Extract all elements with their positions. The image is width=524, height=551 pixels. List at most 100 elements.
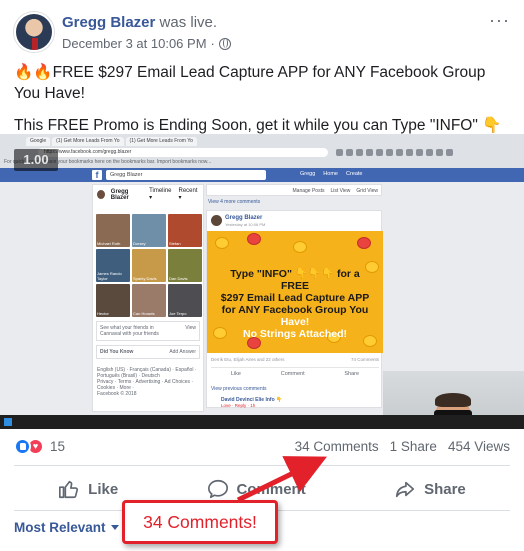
camera-promo-box: See what your friends in Cannaval with y…	[96, 321, 200, 341]
friend-tile: Can Hoowis	[132, 284, 166, 317]
inner-post: Gregg Blazer Yesterday at 10:06 PM Type …	[206, 210, 383, 408]
fb-search-field: Gregg Blazer	[106, 170, 266, 180]
did-you-know-box: Did You Know Add Answer	[96, 345, 200, 359]
profile-panel: Gregg Blazer Timeline ▾ Recent ▾ Michael…	[92, 184, 204, 412]
inner-date: Yesterday at 10:06 PM	[225, 222, 266, 227]
share-icon	[396, 481, 415, 498]
add-answer-link: Add Answer	[169, 349, 196, 355]
emoji-icon	[293, 241, 307, 253]
browser-tab: (1) Get More Leads From Yo	[125, 137, 197, 146]
profile-name: Gregg Blazer	[110, 188, 129, 201]
view-previous-comments: View previous comments	[211, 386, 267, 392]
fb-page: Gregg Blazer Timeline ▾ Recent ▾ Michael…	[0, 182, 524, 429]
emoji-icon	[215, 237, 229, 249]
author-avatar[interactable]	[14, 12, 54, 52]
inner-action: Share	[344, 371, 360, 377]
toolbar-item: Grid View	[356, 188, 378, 194]
promo-text: Type "INFO" 👇👇👇 for a FREE $297 Email Le…	[215, 268, 375, 340]
annotation-callout: 34 Comments!	[122, 500, 278, 544]
like-button[interactable]: Like	[42, 472, 134, 506]
inner-likes: Derrik Etu, Elijah Aires and 22 others	[211, 357, 285, 362]
inner-comment: David Devinci Elie Info 👇 Love · Reply ·…	[221, 397, 282, 408]
extension-icon	[436, 149, 443, 156]
friend-tile: Hector	[96, 284, 130, 317]
inner-author: Gregg Blazer	[225, 215, 263, 221]
share-button[interactable]: Share	[378, 472, 482, 506]
extension-icon	[406, 149, 413, 156]
thumbs-up-icon	[59, 480, 79, 499]
browser-tabs: Google (1) Get More Leads From Yo (1) Ge…	[26, 137, 197, 146]
did-you-know-label: Did You Know	[100, 349, 134, 355]
fb-nav-item: Create	[345, 171, 363, 177]
fb-nav-item: Home	[323, 171, 338, 177]
engagement-counts: 34 Comments 1 Share 454 Views	[295, 439, 510, 454]
friend-tile: Joe Terpo	[168, 284, 202, 317]
friend-name: Sparky Davis	[133, 275, 157, 281]
promo-line-5: No Strings Attached!	[242, 328, 348, 340]
comment-label: Comment	[236, 480, 306, 498]
post-header: Gregg Blazer was live. December 3 at 10:…	[0, 0, 524, 58]
extension-icon	[426, 149, 433, 156]
extension-icon	[376, 149, 383, 156]
windows-start-icon	[4, 418, 12, 426]
share-label: Share	[424, 480, 466, 498]
friends-grid: Michael Roth Dorsey Stefan James Rando T…	[96, 214, 202, 317]
fb-nav: Gregg Home Create	[300, 171, 362, 177]
friend-tile: Stefan	[168, 214, 202, 247]
sort-label: Most Relevant	[14, 520, 106, 535]
author-line: Gregg Blazer was live.	[62, 14, 217, 31]
divider	[14, 465, 510, 466]
friend-tile: James Rando Taylor	[96, 249, 130, 282]
post-action-text: was live.	[159, 14, 218, 31]
caret-down-icon	[110, 525, 119, 530]
view-button: View	[185, 325, 196, 331]
friend-name: Dan Davis	[169, 275, 188, 281]
friend-tile: Dan Davis	[168, 249, 202, 282]
timeline-toolbar: Manage Posts List View Grid View	[206, 184, 382, 196]
extension-icon	[356, 149, 363, 156]
friend-name: Dorsey	[133, 240, 146, 246]
friend-tile: Michael Roth	[96, 214, 130, 247]
author-name[interactable]: Gregg Blazer	[62, 14, 155, 31]
copyright: Facebook © 2018	[97, 391, 137, 397]
fb-nav-item: Gregg	[300, 171, 316, 177]
post-text-line-1: 🔥🔥FREE $297 Email Lead Capture APP for A…	[14, 64, 486, 102]
views-count[interactable]: 454 Views	[448, 439, 510, 454]
extension-icon	[346, 149, 353, 156]
playback-speed-badge[interactable]: 1.00	[14, 149, 58, 171]
facebook-logo-icon: f	[92, 170, 102, 180]
live-video[interactable]: 1.00 Google (1) Get More Leads From Yo (…	[0, 134, 524, 429]
inner-actions: Like Comment Share	[211, 367, 379, 377]
more-options-icon[interactable]: ···	[489, 10, 510, 31]
inner-action: Comment	[280, 371, 305, 377]
reaction-count[interactable]: 15	[50, 439, 65, 454]
footer-links: Privacy · Terms · Advertising · Ad Choic…	[97, 379, 194, 391]
inner-action: Like	[230, 371, 241, 377]
address-bar: https://www.facebook.com/gregg.blazer	[38, 148, 328, 157]
post-meta: December 3 at 10:06 PM ·	[62, 36, 231, 51]
reactions-row: ♥ 15 34 Comments 1 Share 454 Views	[14, 437, 510, 457]
globe-icon	[218, 37, 231, 50]
friend-name: Hector	[97, 310, 109, 316]
heart-emoji-icon	[247, 233, 261, 245]
comment-sort-dropdown[interactable]: Most Relevant	[14, 520, 119, 535]
promo-line-3: for ANY Facebook Group You	[221, 304, 369, 316]
toolbar-item: List View	[330, 188, 351, 194]
extension-icon	[416, 149, 423, 156]
comments-count[interactable]: 34 Comments	[295, 439, 379, 454]
comment-actions: Love · Reply · 1h	[221, 403, 256, 408]
extension-icon	[366, 149, 373, 156]
view-more-comments: View 4 more comments	[208, 199, 261, 205]
friend-name: James Rando Taylor	[97, 271, 122, 281]
meta-separator: ·	[210, 36, 215, 51]
extension-icons	[336, 149, 453, 156]
post-date[interactable]: December 3 at 10:06 PM	[62, 36, 207, 51]
inner-author-avatar	[211, 215, 222, 226]
friend-name: Stefan	[169, 240, 181, 246]
shares-count[interactable]: 1 Share	[390, 439, 437, 454]
toolbar-item: Manage Posts	[292, 188, 325, 194]
browser-tab: (1) Get More Leads From Yo	[52, 137, 124, 146]
profile-avatar	[97, 190, 105, 199]
language-links: English (US) · Français (Canada) · Españ…	[97, 367, 197, 379]
like-reaction-icon[interactable]	[14, 438, 31, 455]
